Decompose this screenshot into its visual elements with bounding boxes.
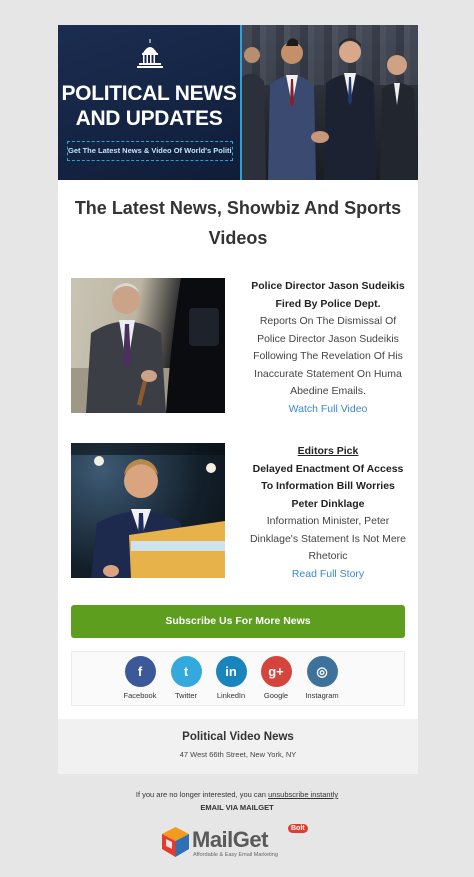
headline-line: Videos xyxy=(208,228,268,248)
story-title: Police Director Jason Sudeikis Fired By … xyxy=(243,278,413,313)
hero-title: POLITICAL NEWS AND UPDATES xyxy=(58,81,240,131)
section-headline: The Latest News, Showbiz And Sports Vide… xyxy=(58,193,418,253)
social-label: Google xyxy=(263,691,289,700)
capitol-icon xyxy=(137,39,163,68)
mailget-logo[interactable]: MailGet Bolt Affordable & Easy Email Mar… xyxy=(160,824,320,864)
unsubscribe-notice: If you are no longer interested, you can… xyxy=(0,790,474,799)
email-via-label: EMAIL VIA MAILGET xyxy=(200,803,274,812)
story-image-police-director[interactable] xyxy=(71,278,225,413)
story-title: Delayed Enactment Of Access To Informati… xyxy=(243,461,413,514)
story-text-editors-pick: Editors Pick Delayed Enactment Of Access… xyxy=(243,443,413,583)
story-body: Reports On The Dismissal Of Police Direc… xyxy=(243,313,413,401)
twitter-icon[interactable]: t xyxy=(170,656,202,687)
social-linkedin[interactable]: in LinkedIn xyxy=(209,656,253,700)
social-bar: f Facebook t Twitter in LinkedIn g+ Goog… xyxy=(71,651,405,706)
facebook-icon[interactable]: f xyxy=(124,656,156,687)
footer-band: Political Video News 47 West 66th Street… xyxy=(58,719,418,774)
unsubscribe-prefix: If you are no longer interested, you can xyxy=(135,790,266,799)
story-body-line: Reports On The Dismissal Of xyxy=(259,315,397,327)
footer-address: 47 West 66th Street, New York, NY xyxy=(179,750,297,759)
linkedin-icon[interactable]: in xyxy=(215,656,247,687)
speaker-photo xyxy=(71,443,225,578)
story-body: Information Minister, Peter Dinklage's S… xyxy=(243,513,413,566)
social-label: Twitter xyxy=(174,691,198,700)
story-body-line: Inaccurate Statement On Huma xyxy=(254,367,402,380)
instagram-icon[interactable]: ◎ xyxy=(306,656,338,687)
hero-title-line: POLITICAL NEWS xyxy=(61,82,237,105)
social-label: Instagram xyxy=(305,691,339,700)
hero-title-line: AND UPDATES xyxy=(75,107,223,130)
story-image-editors-pick[interactable] xyxy=(71,443,225,578)
mailget-name: MailGet xyxy=(192,827,268,852)
story-body-line: Dinklage's Statement Is Not Mere xyxy=(249,532,407,545)
hero-subtitle: Get The Latest News & Video Of World's P… xyxy=(67,141,233,161)
mailget-cube-icon xyxy=(162,827,189,857)
editors-pick-label: Editors Pick xyxy=(297,445,359,457)
social-twitter[interactable]: t Twitter xyxy=(164,656,208,700)
read-full-story-link[interactable]: Read Full Story xyxy=(243,566,413,584)
story-title-line: Police Director Jason Sudeikis xyxy=(251,280,405,292)
social-google[interactable]: g+ Google xyxy=(254,656,298,700)
google-plus-icon[interactable]: g+ xyxy=(260,656,292,687)
story-body-line: Police Director Jason Sudeikis xyxy=(257,332,399,345)
story-title-line: Peter Dinklage xyxy=(291,497,365,510)
story-title-line: To Information Bill Worries xyxy=(261,480,395,492)
email-card: POLITICAL NEWS AND UPDATES Get The Lates… xyxy=(58,25,418,774)
hero-photo xyxy=(240,25,418,180)
politicians-handshake-image xyxy=(242,38,418,180)
story-title-line: Delayed Enactment Of Access xyxy=(252,462,404,475)
social-facebook[interactable]: f Facebook xyxy=(118,656,162,700)
story-title-line: Fired By Police Dept. xyxy=(275,297,381,310)
hero-panel: POLITICAL NEWS AND UPDATES Get The Lates… xyxy=(58,25,240,180)
story-body-line: Rhetoric xyxy=(308,550,348,562)
story-body-line: Following The Revelation Of His xyxy=(253,350,403,362)
unsubscribe-link[interactable]: unsubscribe instantly xyxy=(268,790,338,799)
mailget-tagline: Affordable & Easy Email Marketing xyxy=(193,852,278,858)
story-text-police-director: Police Director Jason Sudeikis Fired By … xyxy=(243,278,413,418)
story-body-line: Information Minister, Peter xyxy=(266,515,390,527)
story-body-line: Abedine Emails. xyxy=(290,385,366,397)
watch-full-video-link[interactable]: Watch Full Video xyxy=(243,401,413,419)
social-label: Facebook xyxy=(123,691,157,700)
mailget-bolt-badge: Bolt xyxy=(288,824,308,833)
subscribe-button[interactable]: Subscribe Us For More News xyxy=(71,605,405,638)
footer-title: Political Video News xyxy=(182,731,294,743)
social-instagram[interactable]: ◎ Instagram xyxy=(300,656,344,700)
hero-banner: POLITICAL NEWS AND UPDATES Get The Lates… xyxy=(58,25,418,180)
social-label: LinkedIn xyxy=(216,691,246,700)
headline-line: The Latest News, Showbiz And Sports xyxy=(74,198,402,218)
police-director-photo xyxy=(71,278,225,413)
